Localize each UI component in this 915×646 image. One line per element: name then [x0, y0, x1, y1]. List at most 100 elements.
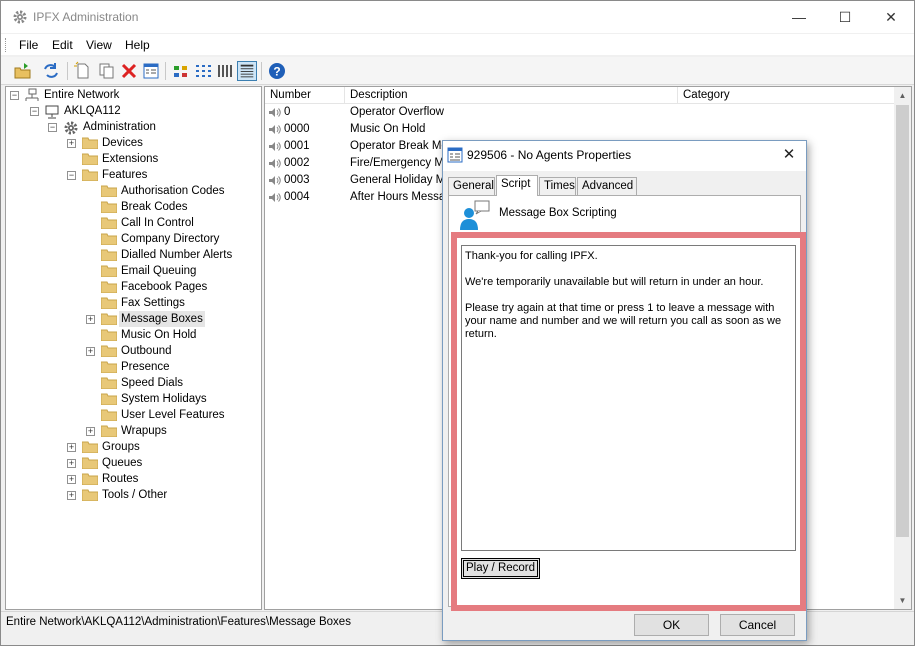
tree-node-groups[interactable]: Groups: [102, 439, 140, 455]
expand-icon[interactable]: +: [67, 459, 76, 468]
cell-number: 0004: [284, 191, 310, 203]
script-line: Please try again at that time or press 1…: [465, 302, 782, 340]
scroll-down-icon[interactable]: ▼: [894, 592, 911, 609]
new-icon[interactable]: [73, 61, 93, 81]
scrollbar-thumb[interactable]: [896, 105, 909, 537]
collapse-icon[interactable]: −: [67, 171, 76, 180]
list-view-icon[interactable]: [215, 61, 235, 81]
table-row[interactable]: 0 Operator Overflow: [265, 104, 905, 121]
collapse-icon[interactable]: −: [30, 107, 39, 116]
menu-edit[interactable]: Edit: [52, 38, 73, 52]
table-row[interactable]: 0000 Music On Hold: [265, 121, 905, 138]
dialog-close-button[interactable]: ✕: [778, 144, 800, 166]
tree-node-wrapups[interactable]: Wrapups: [121, 423, 167, 439]
tree-node-tools-other[interactable]: Tools / Other: [102, 487, 167, 503]
tree-node-break-codes[interactable]: Break Codes: [121, 199, 187, 215]
menu-help[interactable]: Help: [125, 38, 150, 52]
folder-icon: [82, 489, 98, 501]
toolbar: ?: [1, 57, 914, 85]
tree-node-administration[interactable]: Administration: [83, 119, 156, 135]
status-path: Entire Network\AKLQA112\Administration\F…: [6, 616, 351, 628]
tree-node-presence[interactable]: Presence: [121, 359, 170, 375]
toolbar-separator: [261, 62, 262, 80]
tree-node-features[interactable]: Features: [102, 167, 147, 183]
vertical-scrollbar[interactable]: ▲ ▼: [894, 87, 911, 609]
tree-node-queues[interactable]: Queues: [102, 455, 142, 471]
close-button[interactable]: ✕: [868, 1, 914, 33]
column-header-number[interactable]: Number: [265, 87, 345, 104]
tree-node-outbound[interactable]: Outbound: [121, 343, 172, 359]
tree-node-fax-settings[interactable]: Fax Settings: [121, 295, 185, 311]
folder-icon: [101, 281, 117, 293]
expand-icon[interactable]: +: [67, 491, 76, 500]
tree-node-devices[interactable]: Devices: [102, 135, 143, 151]
tree-node-routes[interactable]: Routes: [102, 471, 138, 487]
details-view-icon[interactable]: [237, 61, 257, 81]
tree-node-call-in-control[interactable]: Call In Control: [121, 215, 194, 231]
folder-icon: [101, 345, 117, 357]
tab-advanced[interactable]: Advanced: [577, 177, 637, 196]
minimize-button[interactable]: —: [776, 1, 822, 33]
menu-file[interactable]: File: [19, 38, 38, 52]
tree-node-music-on-hold[interactable]: Music On Hold: [121, 327, 196, 343]
folder-icon: [101, 265, 117, 277]
collapse-icon[interactable]: −: [10, 91, 19, 100]
cell-number: 0003: [284, 174, 310, 186]
navigation-tree[interactable]: − Entire Network − AKLQA112 − Administra…: [5, 86, 262, 610]
refresh-icon[interactable]: [41, 61, 61, 81]
copy-icon[interactable]: [97, 61, 117, 81]
large-icons-view-icon[interactable]: [171, 61, 191, 81]
maximize-button[interactable]: ☐: [822, 1, 868, 33]
tree-node-authorisation-codes[interactable]: Authorisation Codes: [121, 183, 225, 199]
script-textarea[interactable]: Thank-you for calling IPFX. We're tempor…: [461, 245, 796, 551]
folder-icon: [101, 393, 117, 405]
cell-description: Operator Overflow: [350, 106, 444, 118]
cancel-button[interactable]: Cancel: [720, 614, 795, 636]
menu-grip: [5, 38, 8, 52]
list-header: Number Description Category: [265, 87, 911, 104]
play-record-button[interactable]: Play / Record: [461, 558, 540, 579]
column-header-category[interactable]: Category: [678, 87, 898, 104]
tree-node-system-holidays[interactable]: System Holidays: [121, 391, 207, 407]
tab-script[interactable]: Script: [496, 175, 538, 196]
menu-view[interactable]: View: [86, 38, 112, 52]
folder-icon: [101, 249, 117, 261]
small-icons-view-icon[interactable]: [193, 61, 213, 81]
expand-icon[interactable]: +: [86, 315, 95, 324]
tree-node-entire-network[interactable]: Entire Network: [44, 87, 119, 103]
help-icon[interactable]: ?: [267, 61, 287, 81]
tree-node-facebook-pages[interactable]: Facebook Pages: [121, 279, 207, 295]
column-header-description[interactable]: Description: [345, 87, 678, 104]
tree-node-message-boxes[interactable]: Message Boxes: [119, 311, 205, 327]
ok-button[interactable]: OK: [634, 614, 709, 636]
cell-number: 0002: [284, 157, 310, 169]
folder-icon: [101, 377, 117, 389]
tree-node-company-directory[interactable]: Company Directory: [121, 231, 219, 247]
speaker-icon: [269, 159, 281, 168]
expand-icon[interactable]: +: [67, 139, 76, 148]
expand-icon[interactable]: +: [67, 443, 76, 452]
window-title: IPFX Administration: [33, 10, 139, 24]
cell-description: Operator Break Message: [350, 140, 442, 152]
folder-icon: [101, 409, 117, 421]
tab-general[interactable]: General: [448, 177, 495, 196]
folder-icon: [101, 201, 117, 213]
tree-node-extensions[interactable]: Extensions: [102, 151, 158, 167]
open-folder-icon[interactable]: [13, 61, 33, 81]
delete-icon[interactable]: [119, 61, 139, 81]
folder-icon: [101, 297, 117, 309]
folder-icon: [101, 313, 117, 325]
expand-icon[interactable]: +: [86, 427, 95, 436]
tree-node-server[interactable]: AKLQA112: [64, 103, 121, 119]
cell-description: Fire/Emergency Message: [350, 157, 442, 169]
tab-times[interactable]: Times: [539, 177, 576, 196]
collapse-icon[interactable]: −: [48, 123, 57, 132]
expand-icon[interactable]: +: [86, 347, 95, 356]
tree-node-user-level-features[interactable]: User Level Features: [121, 407, 225, 423]
scroll-up-icon[interactable]: ▲: [894, 87, 911, 104]
expand-icon[interactable]: +: [67, 475, 76, 484]
tree-node-dialled-number-alerts[interactable]: Dialled Number Alerts: [121, 247, 232, 263]
tree-node-speed-dials[interactable]: Speed Dials: [121, 375, 183, 391]
properties-icon[interactable]: [141, 61, 161, 81]
tree-node-email-queuing[interactable]: Email Queuing: [121, 263, 196, 279]
